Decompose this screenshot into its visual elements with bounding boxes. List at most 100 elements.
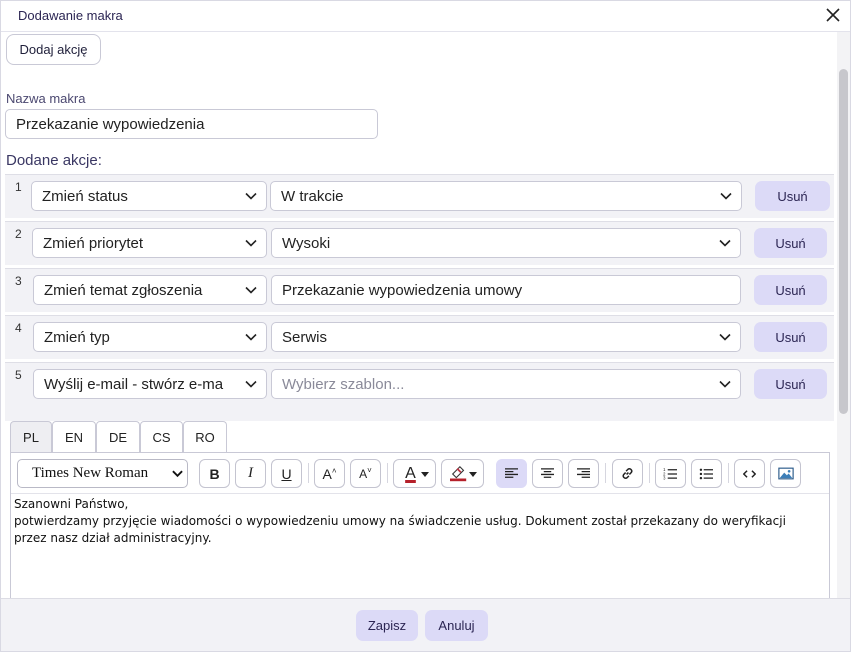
tab-ro[interactable]: RO [183, 421, 227, 452]
action-value-select[interactable]: Wysoki [271, 228, 741, 258]
actions-label: Dodane akcje: [6, 152, 102, 169]
editor-content[interactable]: Szanowni Państwo, potwierdzamy przyjęcie… [14, 496, 814, 547]
action-value-select[interactable]: W trakcie [270, 181, 742, 211]
chevron-down-icon [719, 239, 731, 247]
action-value-select[interactable]: Serwis [271, 322, 741, 352]
macro-name-label: Nazwa makra [6, 91, 86, 106]
font-size-increase-icon: A˄ [322, 465, 337, 482]
dialog-content: Dodaj akcję Nazwa makra Przekazanie wypo… [1, 32, 837, 598]
highlight-color-button[interactable] [441, 459, 484, 488]
bold-button[interactable]: B [199, 459, 230, 488]
font-size-decrease-letter: A [359, 467, 368, 481]
action-number: 1 [15, 180, 22, 194]
underline-button[interactable]: U [271, 459, 302, 488]
scrollbar-thumb[interactable] [839, 69, 848, 414]
action-number: 3 [15, 274, 22, 288]
action-type-select[interactable]: Zmień typ [33, 322, 267, 352]
template-select[interactable]: Wybierz szablon... [271, 369, 741, 399]
chevron-down-icon [245, 192, 257, 200]
chevron-down-icon [172, 470, 183, 478]
dialog-titlebar: Dodawanie makra [1, 1, 850, 32]
action-number: 2 [15, 227, 22, 241]
highlight-color-icon [449, 465, 466, 481]
code-view-button[interactable] [734, 459, 765, 488]
underline-icon: U [281, 465, 292, 482]
action-value: Wysoki [282, 234, 331, 252]
caret-down-icon [469, 472, 477, 477]
rich-text-editor: Times New Roman B I U A˄ A˅ A 1 2 3 Szan… [10, 452, 830, 598]
close-icon[interactable] [824, 6, 842, 24]
tab-pl[interactable]: PL [10, 421, 52, 452]
ordered-list-icon: 1 2 3 [663, 467, 677, 480]
remove-action-button[interactable]: Usuń [754, 322, 827, 352]
macro-name-input[interactable]: Przekazanie wypowiedzenia [5, 109, 378, 139]
dialog-footer: Zapisz Anuluj [1, 598, 850, 651]
remove-action-button[interactable]: Usuń [754, 275, 827, 305]
font-size-decrease-icon: A˅ [359, 466, 372, 481]
align-center-icon [541, 468, 554, 478]
font-size-decrease-button[interactable]: A˅ [350, 459, 381, 488]
toolbar-divider [387, 463, 388, 483]
action-type-value: Wyślij e-mail - stwórz e-ma [44, 375, 224, 393]
image-button[interactable] [770, 459, 801, 488]
chevron-down-icon [719, 380, 731, 388]
action-type-value: Zmień temat zgłoszenia [44, 281, 203, 299]
template-placeholder: Wybierz szablon... [282, 375, 405, 393]
action-row-2: 2 Zmień priorytet Wysoki Usuń [5, 221, 834, 265]
align-left-icon [505, 468, 518, 478]
font-color-button[interactable]: A [393, 459, 436, 488]
action-row-5: 5 Wyślij e-mail - stwórz e-ma Wybierz sz… [5, 362, 834, 421]
action-type-select[interactable]: Zmień status [31, 181, 267, 211]
font-size-increase-button[interactable]: A˄ [314, 459, 345, 488]
tab-en[interactable]: EN [52, 421, 96, 452]
remove-action-button[interactable]: Usuń [755, 181, 830, 211]
cancel-button[interactable]: Anuluj [425, 610, 488, 641]
italic-button[interactable]: I [235, 459, 266, 488]
image-icon [777, 467, 794, 480]
align-right-icon [577, 468, 590, 478]
action-value: Serwis [282, 328, 328, 346]
link-button[interactable] [612, 459, 643, 488]
align-left-button[interactable] [496, 459, 527, 488]
caret-down-icon [421, 472, 429, 477]
add-action-button[interactable]: Dodaj akcję [6, 34, 101, 65]
chevron-down-icon [245, 286, 257, 294]
tab-de[interactable]: DE [96, 421, 140, 452]
toolbar-divider [308, 463, 309, 483]
remove-action-button[interactable]: Usuń [754, 228, 827, 258]
toolbar-divider [605, 463, 606, 483]
font-color-letter: A [405, 464, 416, 482]
action-type-select[interactable]: Wyślij e-mail - stwórz e-ma [33, 369, 267, 399]
save-button[interactable]: Zapisz [356, 610, 418, 641]
code-view-icon [743, 469, 756, 478]
toolbar-divider [649, 463, 650, 483]
chevron-down-icon [245, 333, 257, 341]
unordered-list-icon [699, 468, 713, 480]
action-number: 4 [15, 321, 22, 335]
ordered-list-button[interactable]: 1 2 3 [655, 459, 686, 488]
font-family-select[interactable]: Times New Roman [17, 459, 188, 488]
chevron-down-icon [245, 239, 257, 247]
remove-action-button[interactable]: Usuń [754, 369, 827, 399]
action-type-select[interactable]: Zmień priorytet [32, 228, 267, 258]
font-family-value: Times New Roman [32, 465, 149, 481]
action-number: 5 [15, 368, 22, 382]
editor-line: potwierdzamy przyjęcie wiadomości o wypo… [14, 514, 786, 545]
action-row-4: 4 Zmień typ Serwis Usuń [5, 315, 834, 359]
subject-input[interactable]: Przekazanie wypowiedzenia umowy [271, 275, 741, 305]
align-right-button[interactable] [568, 459, 599, 488]
action-type-select[interactable]: Zmień temat zgłoszenia [33, 275, 267, 305]
action-row-1: 1 Zmień status W trakcie Usuń [5, 174, 834, 218]
editor-toolbar: Times New Roman B I U A˄ A˅ A 1 2 3 [11, 453, 829, 494]
action-value: W trakcie [281, 187, 344, 205]
chevron-down-icon [245, 380, 257, 388]
svg-text:3: 3 [663, 476, 666, 480]
unordered-list-button[interactable] [691, 459, 722, 488]
tab-cs[interactable]: CS [140, 421, 183, 452]
action-value: Przekazanie wypowiedzenia umowy [282, 281, 523, 299]
align-center-button[interactable] [532, 459, 563, 488]
chevron-down-icon [720, 192, 732, 200]
editor-line: Szanowni Państwo, [14, 497, 129, 511]
link-icon [622, 468, 633, 479]
action-row-3: 3 Zmień temat zgłoszenia Przekazanie wyp… [5, 268, 834, 312]
